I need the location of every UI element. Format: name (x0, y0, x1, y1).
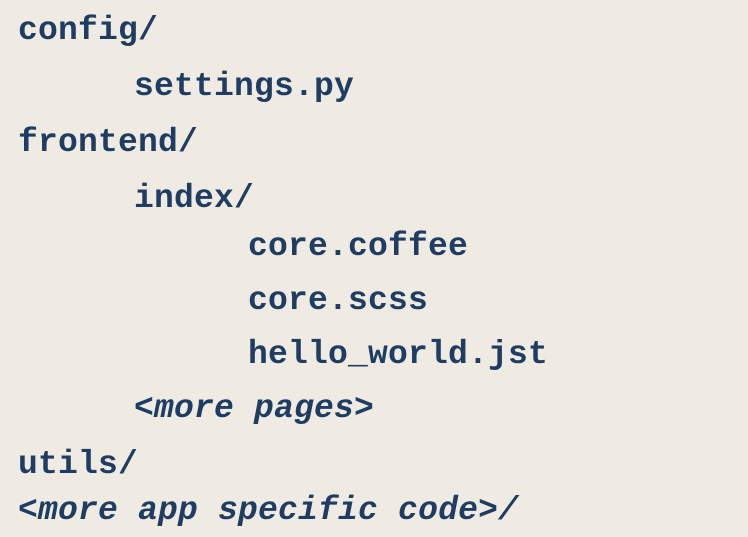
folder-utils: utils/ (18, 446, 139, 483)
file-core-scss: core.scss (248, 282, 429, 319)
folder-index: index/ (134, 180, 255, 217)
placeholder-more-app-specific-code: <more app specific code>/ (18, 492, 519, 529)
folder-config: config/ (18, 12, 159, 49)
folder-frontend: frontend/ (18, 124, 199, 161)
file-hello-world-jst: hello_world.jst (248, 336, 549, 373)
file-tree: config/ settings.py frontend/ index/ cor… (0, 0, 748, 537)
file-core-coffee: core.coffee (248, 228, 469, 265)
file-settings-py: settings.py (134, 68, 355, 105)
placeholder-more-pages: <more pages> (134, 390, 375, 427)
